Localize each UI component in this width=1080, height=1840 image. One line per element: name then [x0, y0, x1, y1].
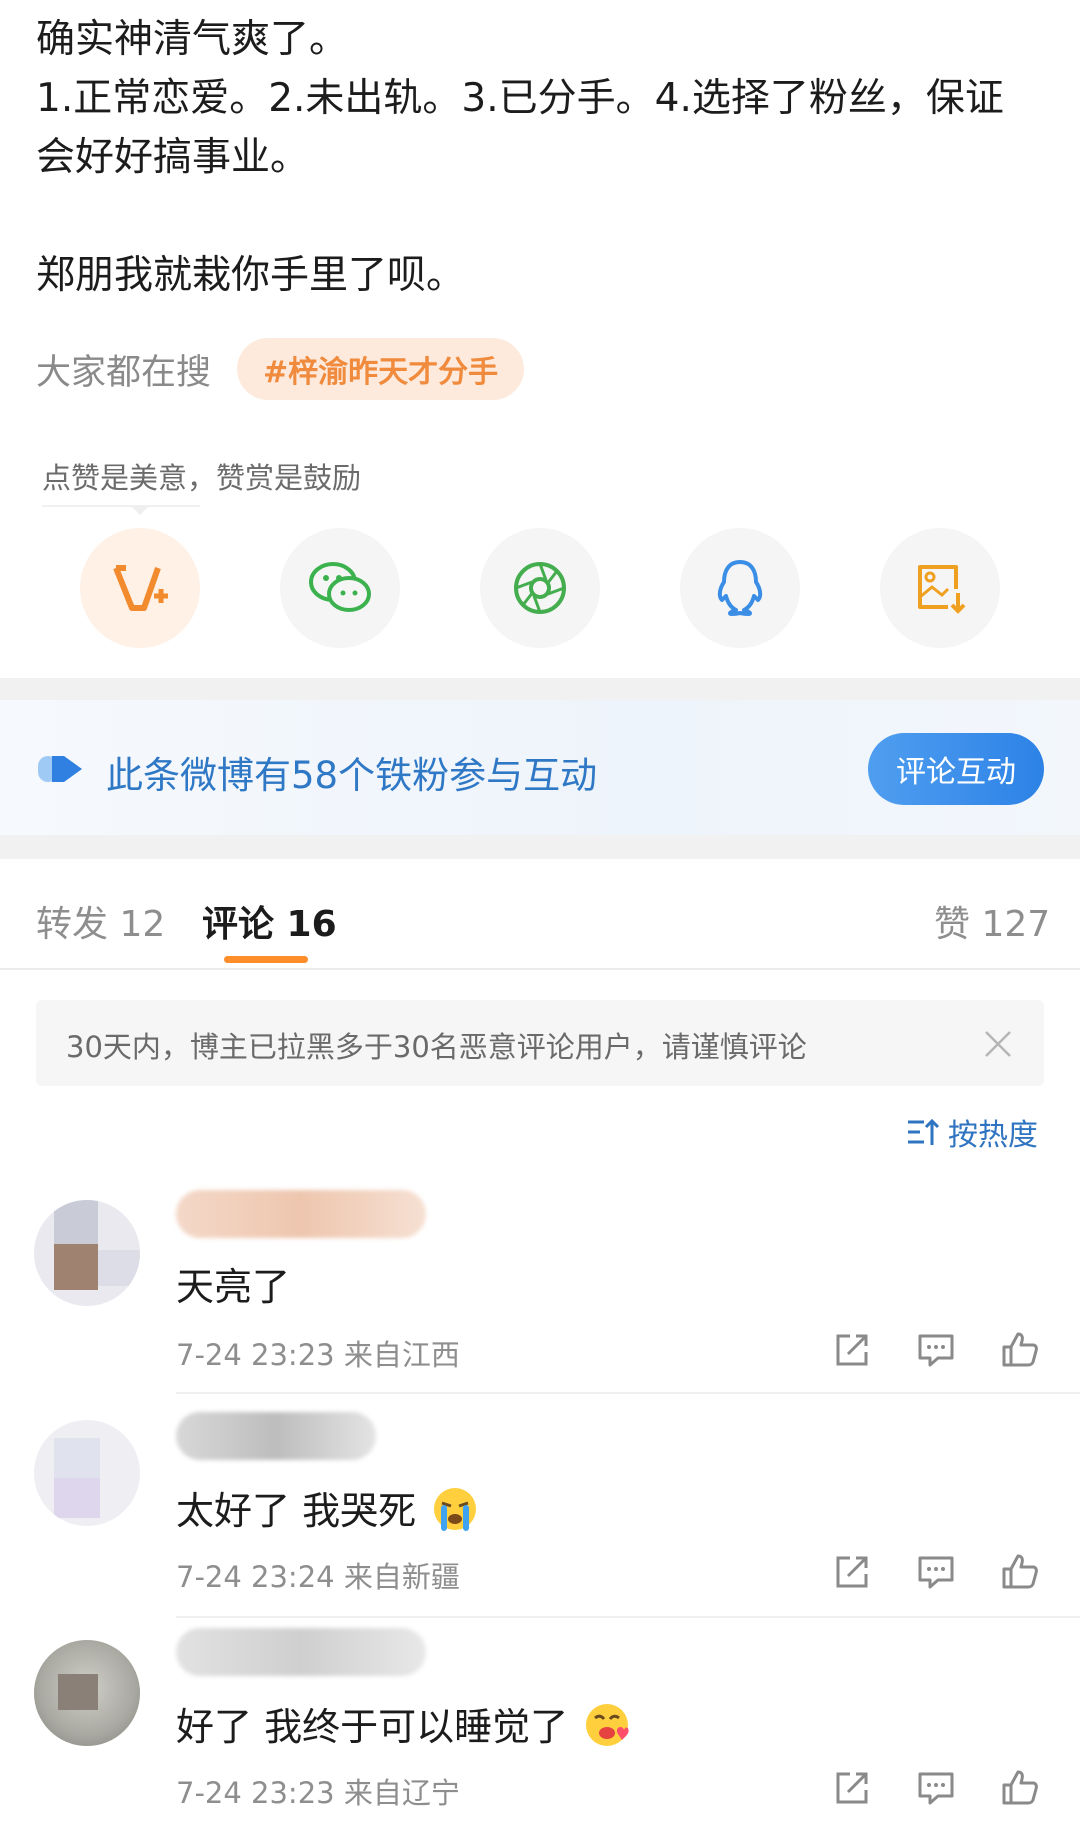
comment-item: 好了 我终于可以睡觉了 7-24 23:23 来自辽宁 — [0, 1628, 1080, 1840]
active-tab-indicator — [224, 956, 308, 963]
sort-label: 按热度 — [948, 1118, 1038, 1153]
reward-tip: 点赞是美意，赞赏是鼓励 — [42, 461, 362, 495]
fans-indicator-icon — [38, 756, 82, 782]
reward-button[interactable] — [80, 528, 200, 648]
username[interactable] — [176, 1190, 426, 1238]
comment-icon[interactable] — [916, 1768, 956, 1808]
save-image-icon — [918, 565, 966, 614]
comment-text: 好了 我终于可以睡觉了 — [176, 1696, 630, 1751]
qq-icon — [717, 560, 763, 616]
comment-meta: 7-24 23:24 来自新疆 — [176, 1560, 460, 1594]
comment-meta: 7-24 23:23 来自辽宁 — [176, 1776, 460, 1810]
comment-text: 天亮了 — [176, 1265, 291, 1309]
divider — [176, 1392, 1080, 1394]
wechat-icon — [309, 562, 371, 612]
username[interactable] — [176, 1412, 376, 1460]
sort-toggle[interactable]: 按热度 — [906, 1110, 1038, 1154]
comment-text: 太好了 我哭死 — [176, 1480, 478, 1535]
tab-reposts[interactable]: 转发 12 — [36, 895, 165, 947]
love-face-icon — [586, 1704, 629, 1746]
iron-fans-text: 此条微博有58个铁粉参与互动 — [106, 754, 598, 797]
like-icon[interactable] — [1000, 1768, 1040, 1808]
avatar[interactable] — [34, 1640, 140, 1746]
post-line: 会好好搞事业。 — [36, 135, 310, 180]
tooltip-caret — [130, 505, 150, 515]
post-line: 1.正常恋爱。2.未出轨。3.已分手。4.选择了粉丝，保证 — [36, 76, 1004, 121]
comment-item: 太好了 我哭死 7-24 23:24 来自新疆 — [0, 1412, 1080, 1624]
post-tabs: 转发 12 评论 16 赞 127 — [0, 859, 1080, 969]
trending-search-row: 大家都在搜 #梓渝昨天才分手 — [36, 338, 525, 400]
divider — [176, 1616, 1080, 1618]
comment-icon[interactable] — [916, 1552, 956, 1592]
post-line: 郑朋我就栽你手里了呗。 — [36, 253, 466, 298]
share-wechat-button[interactable] — [280, 528, 400, 648]
tab-comments[interactable]: 评论 16 — [202, 895, 337, 947]
comment-text-content: 太好了 我哭死 — [176, 1489, 417, 1533]
blacklist-notice-text: 30天内，博主已拉黑多于30名恶意评论用户，请谨慎评论 — [66, 1030, 807, 1064]
section-gap — [0, 835, 1080, 859]
section-gap — [0, 678, 1080, 700]
trending-search-label: 大家都在搜 — [36, 352, 212, 393]
repost-icon[interactable] — [832, 1768, 872, 1808]
close-icon[interactable] — [982, 1028, 1014, 1060]
comment-text-content: 好了 我终于可以睡觉了 — [176, 1705, 569, 1749]
post-line: 确实神清气爽了。 — [36, 17, 349, 62]
save-image-button[interactable] — [880, 528, 1000, 648]
comment-interact-button[interactable]: 评论互动 — [868, 733, 1044, 805]
tab-likes[interactable]: 赞 127 — [934, 895, 1050, 947]
moments-icon — [514, 562, 566, 614]
divider — [0, 968, 1080, 970]
post-blank-line — [36, 187, 1046, 246]
repost-icon[interactable] — [832, 1552, 872, 1592]
trending-hashtag[interactable]: #梓渝昨天才分手 — [237, 338, 525, 400]
share-qq-button[interactable] — [680, 528, 800, 648]
divider — [42, 505, 200, 507]
avatar[interactable] — [34, 1200, 140, 1306]
post-body: 确实神清气爽了。 1.正常恋爱。2.未出轨。3.已分手。4.选择了粉丝，保证 会… — [36, 10, 1046, 305]
like-icon[interactable] — [1000, 1330, 1040, 1370]
crying-face-icon — [434, 1488, 477, 1531]
sort-icon — [908, 1118, 940, 1145]
like-icon[interactable] — [1000, 1552, 1040, 1592]
reward-v-icon — [113, 565, 168, 611]
avatar[interactable] — [34, 1420, 140, 1526]
share-moments-button[interactable] — [480, 528, 600, 648]
repost-icon[interactable] — [832, 1330, 872, 1370]
comment-item: 天亮了 7-24 23:23 来自江西 — [0, 1190, 1080, 1400]
comment-meta: 7-24 23:23 来自江西 — [176, 1338, 460, 1372]
username[interactable] — [176, 1628, 426, 1676]
comment-icon[interactable] — [916, 1330, 956, 1370]
